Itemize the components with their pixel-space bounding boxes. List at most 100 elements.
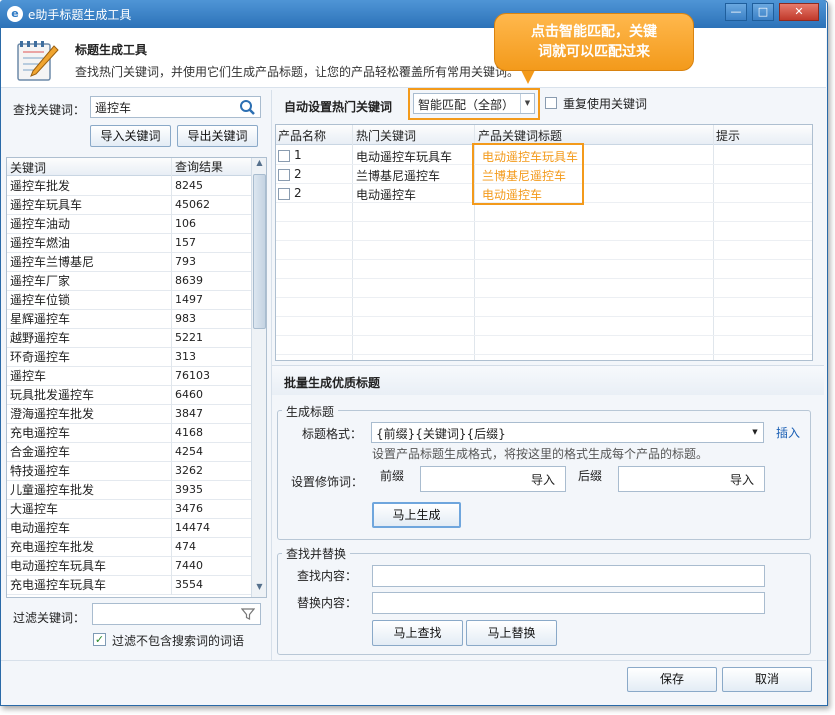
table-row[interactable]: 澄海遥控车批发 3847	[7, 405, 251, 424]
search-icon[interactable]	[239, 99, 256, 116]
table-row[interactable]: 遥控车兰博基尼 793	[7, 253, 251, 272]
table-row[interactable]: 星辉遥控车 983	[7, 310, 251, 329]
keyword-cell: 特技遥控车	[10, 464, 71, 478]
filter-label: 过滤关键词：	[13, 611, 86, 625]
keyword-cell: 电动遥控车玩具车	[10, 559, 107, 573]
table-row[interactable]: 遥控车燃油 157	[7, 234, 251, 253]
keyword-cell: 儿童遥控车批发	[10, 483, 95, 497]
app-logo-icon: e	[7, 6, 23, 22]
filter-checkbox[interactable]: ✓	[93, 633, 106, 646]
find-now-button[interactable]: 马上查找	[372, 620, 463, 646]
table-row[interactable]: 遥控车位锁 1497	[7, 291, 251, 310]
table-row[interactable]: 遥控车玩具车 45062	[7, 196, 251, 215]
notepad-pen-icon	[17, 41, 59, 81]
callout-line-1: 点击智能匹配，关键	[531, 24, 657, 40]
table-row[interactable]: 遥控车油动 106	[7, 215, 251, 234]
row-checkbox[interactable]	[278, 150, 290, 162]
scroll-thumb[interactable]	[253, 174, 266, 329]
keyword-cell: 遥控车厂家	[10, 274, 71, 288]
table-row[interactable]: 充电遥控车 4168	[7, 424, 251, 443]
column-header-hot-keyword[interactable]: 热门关键词	[356, 127, 416, 144]
column-header-result[interactable]: 查询结果	[171, 158, 251, 177]
result-cell: 983	[171, 310, 251, 329]
table-row[interactable]: 遥控车批发 8245	[7, 177, 251, 196]
table-row[interactable]: 遥控车厂家 8639	[7, 272, 251, 291]
result-cell: 7440	[171, 557, 251, 576]
export-keywords-button[interactable]: 导出关键词	[177, 125, 258, 147]
hot-keyword-cell: 电动遥控车	[356, 188, 417, 202]
table-row[interactable]: 环奇遥控车 313	[7, 348, 251, 367]
result-cell: 3935	[171, 481, 251, 500]
table-row[interactable]: 充电遥控车玩具车 3554	[7, 576, 251, 595]
scroll-up-icon[interactable]: ▲	[253, 158, 266, 172]
keyword-cell: 遥控车油动	[10, 217, 71, 231]
result-cell: 6460	[171, 386, 251, 405]
table-row[interactable]: 玩具批发遥控车 6460	[7, 386, 251, 405]
page-title: 标题生成工具	[75, 43, 148, 57]
import-keywords-button[interactable]: 导入关键词	[90, 125, 171, 147]
minimize-button[interactable]: —	[725, 3, 747, 21]
product-name-cell: 2	[294, 167, 302, 181]
keyword-cell: 充电遥控车玩具车	[10, 578, 107, 592]
keyword-search-input[interactable]: 遥控车	[90, 96, 261, 118]
table-row[interactable]: 电动遥控车玩具车 7440	[7, 557, 251, 576]
filter-funnel-icon[interactable]	[241, 607, 255, 621]
suffix-import-link[interactable]: 导入	[730, 471, 754, 488]
result-cell: 14474	[171, 519, 251, 538]
match-mode-select[interactable]: 智能匹配（全部） ▼	[413, 93, 535, 114]
format-label: 标题格式：	[302, 427, 363, 441]
keyword-cell: 遥控车	[10, 369, 47, 383]
keyword-cell: 遥控车批发	[10, 179, 71, 193]
hot-keyword-cell: 兰博基尼遥控车	[356, 169, 441, 183]
keyword-table-header: 关键词 查询结果	[7, 158, 251, 177]
table-row[interactable]: 合金遥控车 4254	[7, 443, 251, 462]
column-header-keyword[interactable]: 关键词	[10, 159, 170, 176]
maximize-button[interactable]: □	[752, 3, 774, 21]
replace-input[interactable]	[372, 592, 765, 614]
generate-now-button[interactable]: 马上生成	[372, 502, 461, 528]
table-row[interactable]: 充电遥控车批发 474	[7, 538, 251, 557]
keyword-table-scrollbar[interactable]: ▲ ▼	[251, 158, 266, 597]
chevron-down-icon[interactable]: ▼	[520, 94, 534, 113]
keyword-cell: 遥控车位锁	[10, 293, 71, 307]
suffix-input[interactable]: 导入	[618, 466, 765, 492]
find-input[interactable]	[372, 565, 765, 587]
result-cell: 4254	[171, 443, 251, 462]
hot-keyword-cell: 电动遥控车玩具车	[356, 150, 453, 164]
search-label: 查找关键词：	[13, 103, 86, 117]
replace-label: 替换内容：	[297, 596, 358, 610]
scroll-down-icon[interactable]: ▼	[253, 582, 266, 596]
table-row[interactable]: 遥控车 76103	[7, 367, 251, 386]
table-row[interactable]: 电动遥控车 14474	[7, 519, 251, 538]
save-button[interactable]: 保存	[627, 667, 717, 692]
result-cell: 45062	[171, 196, 251, 215]
keyword-cell: 环奇遥控车	[10, 350, 71, 364]
cancel-button[interactable]: 取消	[722, 667, 812, 692]
column-header-product-title[interactable]: 产品关键词标题	[478, 127, 562, 144]
keyword-cell: 越野遥控车	[10, 331, 71, 345]
insert-link[interactable]: 插入	[776, 424, 800, 441]
repeat-keyword-checkbox[interactable]	[545, 97, 557, 109]
row-checkbox[interactable]	[278, 169, 290, 181]
format-hint: 设置产品标题生成格式，将按这里的格式生成每个产品的标题。	[372, 447, 709, 461]
prefix-import-link[interactable]: 导入	[531, 471, 555, 488]
replace-now-button[interactable]: 马上替换	[466, 620, 557, 646]
result-cell: 106	[171, 215, 251, 234]
table-row[interactable]: 大遥控车 3476	[7, 500, 251, 519]
title-format-select[interactable]: {前缀}{关键词}{后缀} ▼	[371, 422, 764, 443]
table-row[interactable]: 越野遥控车 5221	[7, 329, 251, 348]
close-button[interactable]: ✕	[779, 3, 819, 21]
keyword-cell: 星辉遥控车	[10, 312, 71, 326]
product-name-cell: 1	[294, 148, 302, 162]
filter-keyword-input[interactable]	[92, 603, 261, 625]
table-row[interactable]: 儿童遥控车批发 3935	[7, 481, 251, 500]
title-format-value: {前缀}{关键词}{后缀}	[376, 427, 506, 441]
result-cell: 8639	[171, 272, 251, 291]
row-checkbox[interactable]	[278, 188, 290, 200]
column-header-product-name[interactable]: 产品名称	[278, 127, 326, 144]
format-chevron-down-icon[interactable]: ▼	[749, 423, 761, 442]
column-header-tip[interactable]: 提示	[716, 127, 740, 144]
hint-callout: 点击智能匹配，关键 词就可以匹配过来	[494, 13, 694, 71]
prefix-input[interactable]: 导入	[420, 466, 566, 492]
table-row[interactable]: 特技遥控车 3262	[7, 462, 251, 481]
